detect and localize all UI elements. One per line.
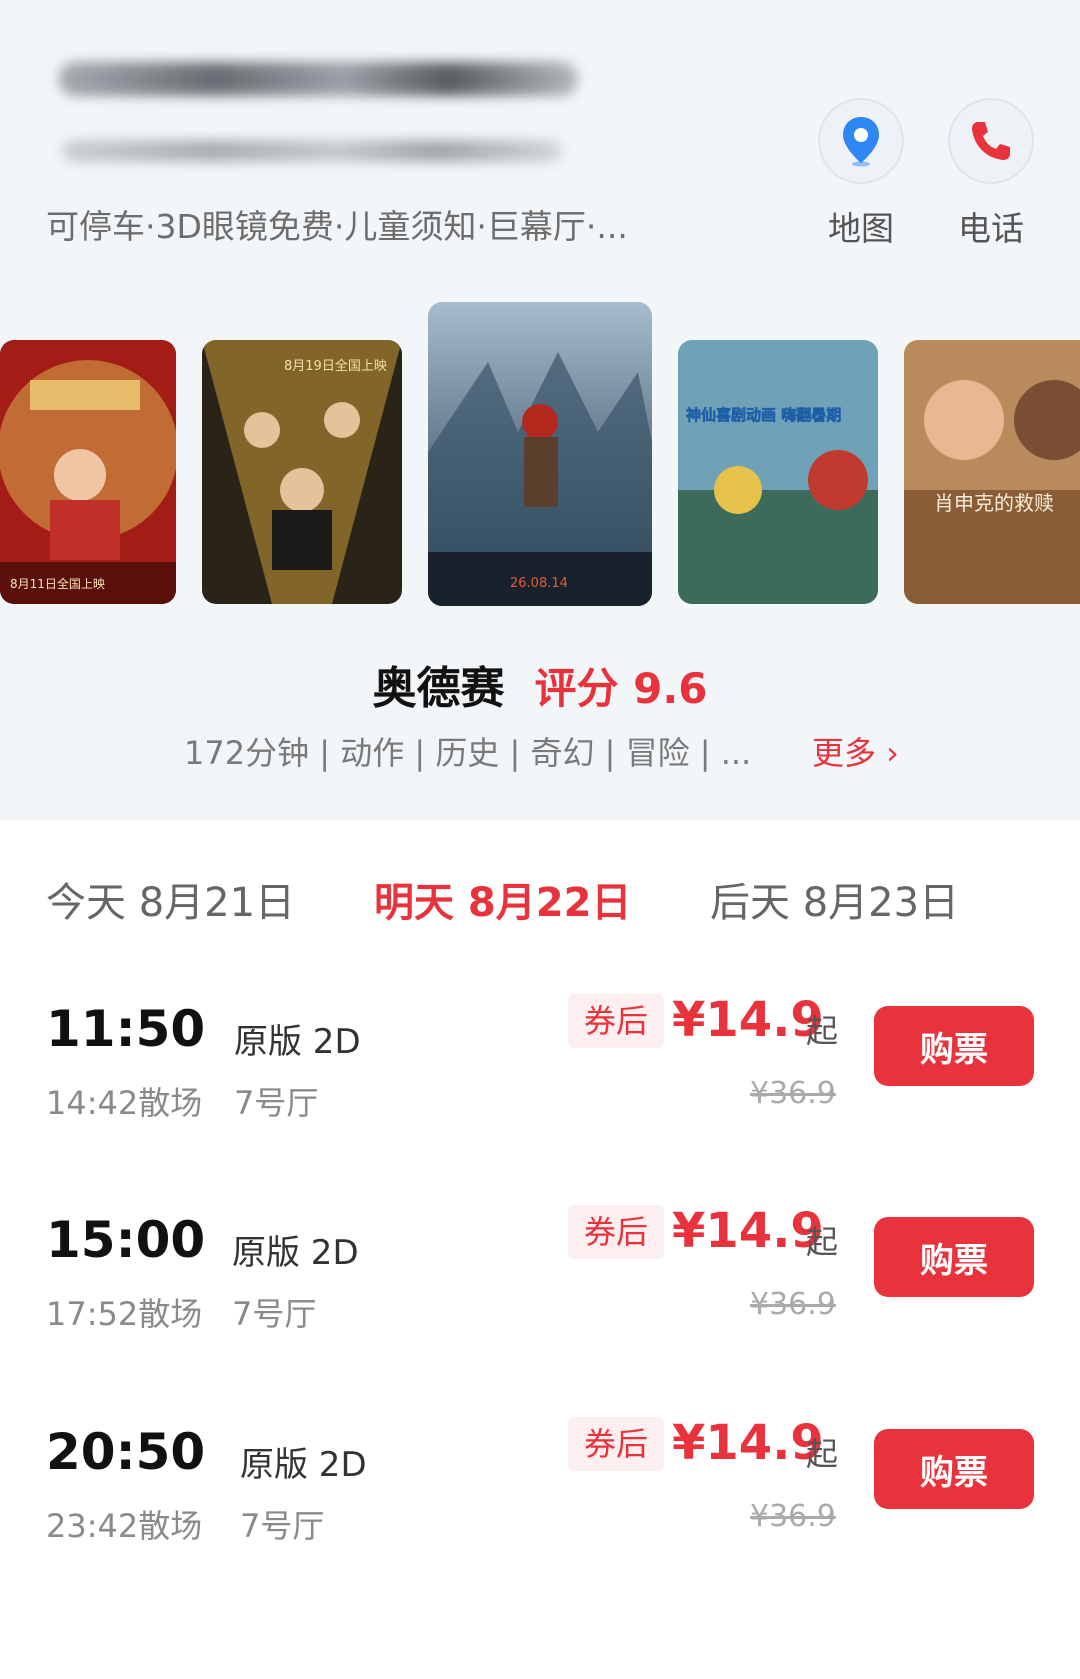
end-time: 14:42散场 <box>46 1084 203 1122</box>
date-tabs: 今天 8月21日 明天 8月22日 后天 8月23日 <box>0 870 1080 930</box>
buy-ticket-button[interactable]: 购票 <box>874 1429 1034 1509</box>
price-suffix: 起 <box>806 1223 839 1261</box>
cinema-address-redacted <box>62 140 562 162</box>
start-time: 11:50 <box>46 1000 206 1058</box>
poster-carousel[interactable]: 8月11日全国上映 8月19日全国上映 26.08.14 神仙喜剧动画 嗨翻暑期… <box>0 300 1080 620</box>
hall-label: 7号厅 <box>240 1507 325 1545</box>
movie-score: 评分 9.6 <box>534 664 708 713</box>
more-link[interactable]: 更多 › <box>812 728 899 774</box>
coupon-badge: 券后 <box>568 1205 664 1259</box>
movie-poster-selected[interactable]: 26.08.14 <box>428 302 652 606</box>
phone-button[interactable]: 电话 <box>948 98 1034 248</box>
map-label: 地图 <box>828 209 894 248</box>
movie-name: 奥德赛 <box>372 663 505 714</box>
hall-label: 7号厅 <box>234 1084 319 1122</box>
poster-caption: 8月11日全国上映 <box>10 576 105 591</box>
date-tab-day-after[interactable]: 后天 8月23日 <box>710 870 959 928</box>
movie-poster[interactable]: 神仙喜剧动画 嗨翻暑期 <box>678 340 878 604</box>
start-time: 15:00 <box>46 1211 206 1269</box>
coupon-badge: 券后 <box>568 994 664 1048</box>
coupon-badge: 券后 <box>568 1417 664 1471</box>
cinema-header: 可停车·3D眼镜免费·儿童须知·巨幕厅·... 地图 电话 8月11日全国上映 … <box>0 0 1080 820</box>
price-suffix: 起 <box>806 1435 839 1473</box>
buy-ticket-button[interactable]: 购票 <box>874 1006 1034 1086</box>
location-pin-icon <box>843 117 879 167</box>
showtime-row[interactable]: 11:50 原版 2D 14:42散场 7号厅 券后 ¥14.9 起 ¥36.9… <box>0 992 1080 1200</box>
map-button[interactable]: 地图 <box>818 98 904 248</box>
end-time: 17:52散场 <box>46 1295 203 1333</box>
movie-poster[interactable]: 肖申克的救赎 <box>904 340 1080 604</box>
phone-label: 电话 <box>958 209 1024 248</box>
start-time: 20:50 <box>46 1423 206 1481</box>
original-price: ¥36.9 <box>750 1076 836 1111</box>
showtime-row[interactable]: 15:00 原版 2D 17:52散场 7号厅 券后 ¥14.9 起 ¥36.9… <box>0 1203 1080 1411</box>
poster-caption: 神仙喜剧动画 嗨翻暑期 <box>686 406 841 424</box>
date-tab-today[interactable]: 今天 8月21日 <box>46 870 295 928</box>
phone-icon <box>972 122 1010 160</box>
format-label: 原版 2D <box>240 1445 367 1485</box>
price: ¥14.9 <box>672 992 824 1048</box>
buy-ticket-button[interactable]: 购票 <box>874 1217 1034 1297</box>
price: ¥14.9 <box>672 1415 824 1471</box>
poster-caption: 26.08.14 <box>510 576 568 591</box>
movie-poster[interactable]: 8月11日全国上映 <box>0 340 176 604</box>
movie-title-row: 奥德赛 评分 9.6 <box>0 652 1080 716</box>
poster-caption: 8月19日全国上映 <box>284 358 387 374</box>
format-label: 原版 2D <box>232 1233 359 1273</box>
date-tab-tomorrow[interactable]: 明天 8月22日 <box>374 870 631 928</box>
end-time: 23:42散场 <box>46 1507 203 1545</box>
showtime-row[interactable]: 20:50 原版 2D 23:42散场 7号厅 券后 ¥14.9 起 ¥36.9… <box>0 1415 1080 1623</box>
original-price: ¥36.9 <box>750 1287 836 1322</box>
format-label: 原版 2D <box>234 1022 361 1062</box>
facility-tags[interactable]: 可停车·3D眼镜免费·儿童须知·巨幕厅·... <box>46 200 686 248</box>
price-suffix: 起 <box>806 1012 839 1050</box>
original-price: ¥36.9 <box>750 1499 836 1534</box>
hall-label: 7号厅 <box>232 1295 317 1333</box>
cinema-name-redacted <box>58 62 578 96</box>
poster-caption: 肖申克的救赎 <box>934 491 1054 515</box>
movie-poster[interactable]: 8月19日全国上映 <box>202 340 402 604</box>
movie-meta: 172分钟 | 动作 | 历史 | 奇幻 | 冒险 | ... <box>184 734 752 772</box>
price: ¥14.9 <box>672 1203 824 1259</box>
